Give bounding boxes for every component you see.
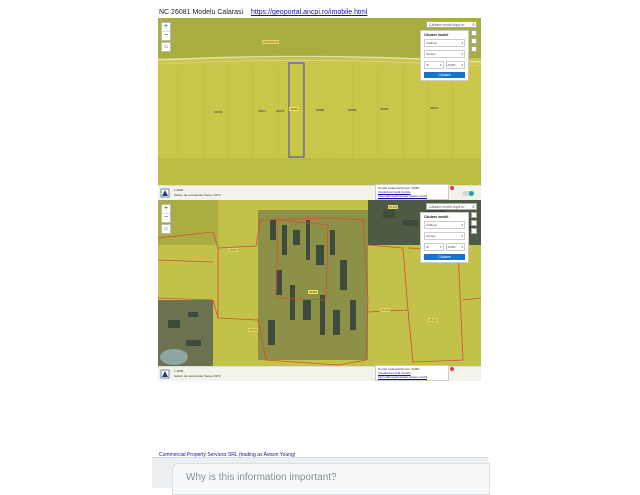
parcel-number: 26063 [214,110,223,114]
question-text: Why is this information important? [186,472,337,483]
home-button[interactable]: ⌂ [161,42,171,52]
search-input[interactable]: Căutare imobil după nr. ⌕ [426,203,477,210]
parcel-number: 26093 [380,107,389,111]
page-title-text: NC 26081 Modelu Calarasi [159,9,244,16]
parcel-number: 26033 [248,328,259,332]
info-link-details[interactable]: Informații suplimentare despre imobil [378,194,446,198]
search-button[interactable]: Căutare [424,254,465,260]
zoom-in-button[interactable]: + [162,23,170,32]
scale-text: 1:4000 [174,369,184,373]
ancpi-logo-icon [160,369,170,379]
search-icon[interactable]: ⌕ [472,204,475,211]
parcel-number: 26075 [276,109,285,113]
target-parcel-label: 26081 [289,107,300,111]
zoom-out-button[interactable]: − [162,32,170,40]
info-card: Număr cadastral/funciar: 26081 Vizualiza… [375,365,449,381]
top-parcel-label: 26079/IE35 [262,40,280,44]
location-marker-icon [450,367,454,371]
county-select[interactable]: Călărași [424,221,465,229]
layers-icon[interactable] [471,212,477,218]
id-value-input[interactable]: 26081 [445,243,465,251]
map-screenshot-2: 26081 26047 26105 26121 26033 26129 + − … [158,200,481,381]
layer-toggle[interactable] [462,191,474,196]
parcel-number: 26089 [348,108,357,112]
home-button[interactable]: ⌂ [161,224,171,234]
parcel-number: 26097 [430,106,439,110]
search-placeholder: Căutare imobil după nr. [429,23,466,27]
search-placeholder: Căutare imobil după nr. [429,205,466,209]
id-type-select[interactable]: ID [424,61,444,69]
page-title: NC 26081 Modelu Calarasi https://geoport… [159,9,367,16]
search-panel: Căutare imobil Călărași Modelu ID 26081 … [420,30,469,81]
info-link-details[interactable]: Informații suplimentare despre imobil [378,375,446,379]
id-value-input[interactable]: 26081 [445,61,465,69]
zoom-control: + − [161,22,171,41]
parcel-number: 26071 [258,109,267,113]
zoom-in-button[interactable]: + [162,205,170,214]
parcel-number: 26129 [388,205,399,209]
credit-text: Sistem de coordonate Stereo 1970 [174,193,221,197]
basemap-icon[interactable] [471,220,477,226]
measure-icon[interactable] [471,228,477,234]
zoom-out-button[interactable]: − [162,214,170,222]
search-input[interactable]: Căutare imobil după nr. ⌕ [426,21,477,28]
search-button[interactable]: Căutare [424,72,465,78]
parcel-number: 26121 [428,318,439,322]
search-panel: Căutare imobil Călărași Modelu ID 26081 … [420,212,469,263]
parcel-number: 26105 [380,308,391,312]
search-panel-title: Căutare imobil [424,33,449,37]
uat-select[interactable]: Modelu [424,232,465,240]
geoportal-link[interactable]: https://geoportal.ancpi.ro/imobile.html [251,9,367,16]
id-type-select[interactable]: ID [424,243,444,251]
search-icon[interactable]: ⌕ [472,22,475,29]
measure-icon[interactable] [471,46,477,52]
parcel-number: 26047 [228,248,239,252]
layers-icon[interactable] [471,30,477,36]
zoom-control: + − [161,204,171,223]
ancpi-logo-icon [160,188,170,198]
map-tools [471,212,477,236]
parcel-number: 26085 [316,108,325,112]
credit-text: Sistem de coordonate Stereo 1970 [174,374,221,378]
county-select[interactable]: Călărași [424,39,465,47]
basemap-icon[interactable] [471,38,477,44]
target-parcel-label: 26081 [308,290,319,294]
scale-text: 1:4000 [174,188,184,192]
location-marker-icon [450,186,454,190]
info-question-box: Why is this information important? [152,457,490,495]
info-card: Număr cadastral/funciar: 26081 Vizualiza… [375,184,449,200]
map-screenshot-1: 26079/IE35 26081 26063 26071 26075 26085… [158,18,481,200]
map-tools [471,30,477,54]
search-panel-title: Căutare imobil [424,215,449,219]
uat-select[interactable]: Modelu [424,50,465,58]
